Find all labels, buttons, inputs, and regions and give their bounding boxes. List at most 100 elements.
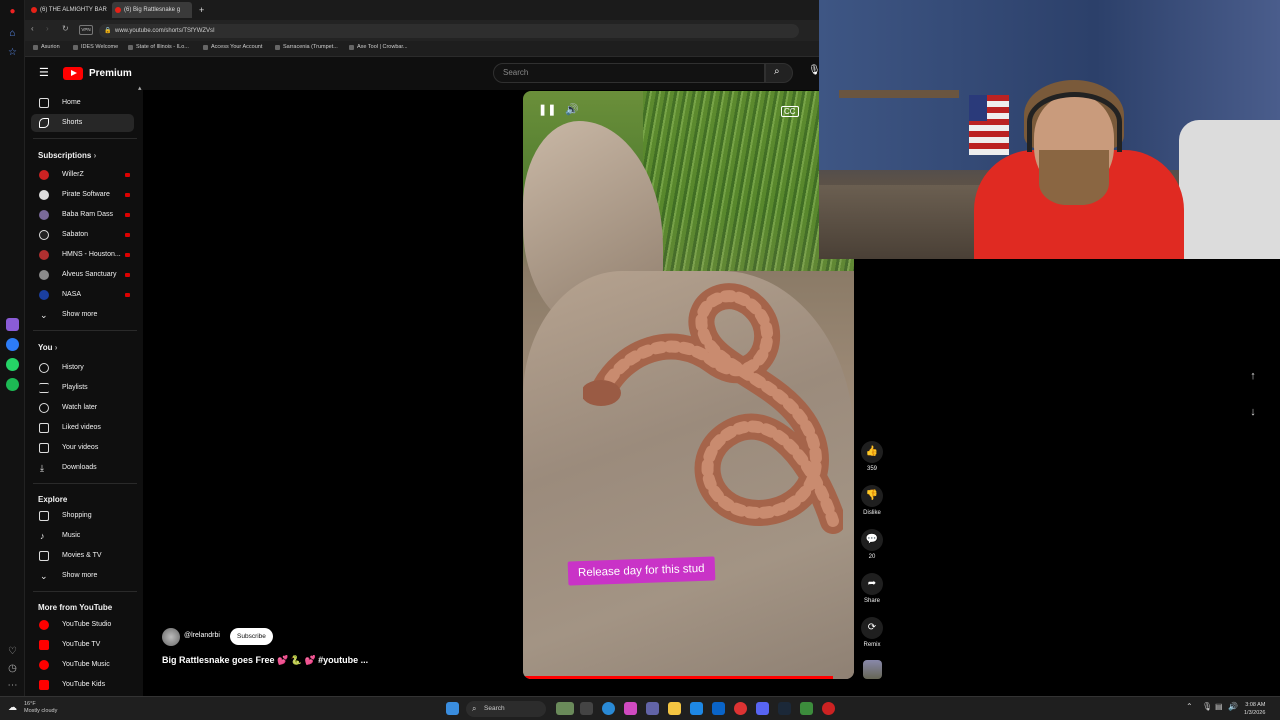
taskbar-search[interactable]: ⌕ Search xyxy=(466,701,546,717)
sidebar-item-your-videos[interactable]: Your videos xyxy=(31,439,134,457)
chevron-up-icon[interactable]: ⌃ xyxy=(1186,702,1193,711)
app-icon[interactable] xyxy=(6,318,19,331)
divider xyxy=(33,483,137,484)
outlook-icon[interactable] xyxy=(712,702,725,715)
more-icon[interactable]: ⋯ xyxy=(6,679,19,692)
share-action[interactable]: ➦ Share xyxy=(859,573,885,604)
pause-icon[interactable]: ❚❚ xyxy=(538,103,556,116)
subscription-item[interactable]: Sabaton xyxy=(31,226,134,244)
subscription-item[interactable]: Baba Ram Dass xyxy=(31,206,134,224)
tab-rattlesnake[interactable]: (6) Big Rattlesnake g xyxy=(112,2,192,18)
sidebar-item-shopping[interactable]: Shopping xyxy=(31,507,134,525)
bookmark-item[interactable]: Sarracenia (Trumpet... xyxy=(275,44,338,50)
whatsapp-icon[interactable] xyxy=(6,358,19,371)
volume-icon[interactable]: 🔊 xyxy=(565,103,579,116)
teams-icon[interactable] xyxy=(646,702,659,715)
webcam-overlay xyxy=(819,0,1280,259)
search-input[interactable]: Search xyxy=(493,63,765,83)
scroll-up-icon[interactable]: ▴ xyxy=(138,84,142,92)
heart-icon[interactable]: ♡ xyxy=(6,645,19,658)
volume-icon[interactable]: 🔊 xyxy=(1228,702,1238,711)
sidebar-item-liked-videos[interactable]: Liked videos xyxy=(31,419,134,437)
channel-name[interactable]: @lrelandrbi xyxy=(184,632,220,639)
vpn-badge[interactable]: VPN xyxy=(79,25,93,35)
next-short-button[interactable]: ↓ xyxy=(1243,402,1263,422)
remix-action[interactable]: ⟳ Remix xyxy=(859,617,885,648)
audio-thumbnail[interactable] xyxy=(863,660,882,679)
you-heading[interactable]: You › xyxy=(38,343,57,352)
sidebar-item-playlists[interactable]: Playlists xyxy=(31,379,134,397)
weather-widget[interactable]: 16°F Mostly cloudy xyxy=(24,701,57,715)
bookmark-item[interactable]: Access Your Account xyxy=(203,44,262,50)
channel-avatar[interactable] xyxy=(162,628,180,646)
subscription-item[interactable]: NASA xyxy=(31,286,134,304)
edge-icon[interactable] xyxy=(602,702,615,715)
url-field[interactable]: 🔒 www.youtube.com/shorts/TSfYWZVsI xyxy=(99,24,799,38)
sidebar-item-music[interactable]: ♪ Music xyxy=(31,527,134,545)
sidebar-item-watch-later[interactable]: Watch later xyxy=(31,399,134,417)
youtube-logo-icon[interactable] xyxy=(63,67,83,80)
app-icon[interactable] xyxy=(800,702,813,715)
task-view-icon[interactable] xyxy=(580,702,593,715)
store-icon[interactable] xyxy=(690,702,703,715)
reload-icon[interactable]: ↻ xyxy=(62,24,69,33)
sidebar-item-home[interactable]: Home xyxy=(31,94,134,112)
bookmark-item[interactable]: State of Illinois - ILo... xyxy=(128,44,189,50)
chevron-right-icon: › xyxy=(54,343,58,352)
sidebar-item-youtube-tv[interactable]: YouTube TV xyxy=(31,636,134,654)
discord-icon[interactable] xyxy=(756,702,769,715)
hamburger-menu-icon[interactable]: ☰ xyxy=(39,66,49,79)
home-icon[interactable]: ⌂ xyxy=(6,27,19,40)
comments-action[interactable]: 💬 20 xyxy=(859,529,885,560)
back-icon[interactable]: ‹ xyxy=(31,24,34,33)
subscribe-button[interactable]: Subscribe xyxy=(230,628,273,645)
opera-icon[interactable] xyxy=(734,702,747,715)
subscriptions-heading[interactable]: Subscriptions › xyxy=(38,151,96,160)
like-action[interactable]: 👍 359 xyxy=(859,441,885,472)
history-icon[interactable]: ◷ xyxy=(6,662,19,675)
widget-icon[interactable] xyxy=(556,702,574,715)
video-progress-bar[interactable] xyxy=(523,676,833,679)
sidebar-item-youtube-studio[interactable]: YouTube Studio xyxy=(31,616,134,634)
captions-icon[interactable]: CC xyxy=(781,106,799,117)
network-icon[interactable]: ▤ xyxy=(1215,702,1223,711)
messenger-icon[interactable] xyxy=(6,338,19,351)
sidebar-item-history[interactable]: History xyxy=(31,359,134,377)
bookmark-item[interactable]: Asurion xyxy=(33,44,60,50)
new-tab-button[interactable]: + xyxy=(197,2,209,18)
shorts-video-player[interactable]: ❚❚ 🔊 CC Release day for this stud xyxy=(523,91,854,679)
subscription-item[interactable]: HMNS - Houston... xyxy=(31,246,134,264)
subscription-item[interactable]: Pirate Software xyxy=(31,186,134,204)
dislike-action[interactable]: 👎 Dislike xyxy=(859,485,885,516)
thumbs-up-icon xyxy=(39,423,49,433)
file-explorer-icon[interactable] xyxy=(668,702,681,715)
system-clock[interactable]: 3:08 AM 1/3/2026 xyxy=(1244,701,1265,717)
video-title[interactable]: Big Rattlesnake goes Free 💕 🐍 💕 #youtube… xyxy=(162,655,368,666)
copilot-icon[interactable] xyxy=(624,702,637,715)
bookmark-item[interactable]: Axe Tool | Crowbar... xyxy=(349,44,408,50)
app-icon[interactable] xyxy=(822,702,835,715)
sidebar-item-shorts[interactable]: Shorts xyxy=(31,114,134,132)
subscription-item[interactable]: Alveus Sanctuary xyxy=(31,266,134,284)
previous-short-button[interactable]: ↑ xyxy=(1243,366,1263,386)
subscription-item[interactable]: WillerZ xyxy=(31,166,134,184)
steam-icon[interactable] xyxy=(778,702,791,715)
sidebar-item-movies-tv[interactable]: Movies & TV xyxy=(31,547,134,565)
windows-start-icon[interactable] xyxy=(446,702,459,715)
show-more-explore[interactable]: ⌄ Show more xyxy=(31,567,134,585)
sidebar-item-youtube-music[interactable]: YouTube Music xyxy=(31,656,134,674)
forward-icon[interactable]: › xyxy=(46,24,49,33)
tab-almighty-bar[interactable]: (6) THE ALMIGHTY BAR xyxy=(28,2,108,18)
weather-icon[interactable]: ☁ xyxy=(8,702,17,713)
search-button[interactable]: ⌕ xyxy=(765,63,793,83)
more-from-youtube-heading: More from YouTube xyxy=(38,603,113,612)
playlists-icon xyxy=(39,383,49,393)
sidebar-item-downloads[interactable]: ⤓ Downloads xyxy=(31,459,134,477)
microphone-icon[interactable]: 🎙 xyxy=(1202,702,1212,711)
sidebar-item-youtube-kids[interactable]: YouTube Kids xyxy=(31,676,134,694)
bookmark-item[interactable]: IDES Welcome xyxy=(73,44,118,50)
spotify-icon[interactable] xyxy=(6,378,19,391)
opera-logo-icon[interactable]: ● xyxy=(6,5,19,18)
show-more-subscriptions[interactable]: ⌄ Show more xyxy=(31,306,134,324)
star-icon[interactable]: ☆ xyxy=(6,46,19,59)
